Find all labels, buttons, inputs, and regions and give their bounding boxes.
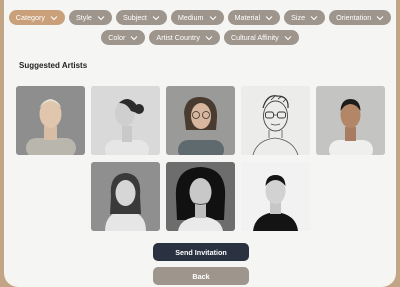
chevron-down-icon (284, 35, 292, 40)
filter-label: Style (75, 13, 92, 22)
filter-medium[interactable]: Medium (170, 10, 224, 25)
artist-card-5[interactable] (315, 86, 385, 155)
filter-category[interactable]: Category (8, 10, 65, 25)
filter-color[interactable]: Color (101, 30, 146, 45)
artist-card-4[interactable] (240, 86, 310, 155)
artist-portrait-image (90, 162, 160, 231)
filter-row-1: Category Style Subject Medium Material S… (8, 10, 392, 25)
artist-portrait-image (240, 162, 310, 231)
filter-label: Size (291, 13, 306, 22)
artist-portrait-image (315, 86, 385, 155)
filter-bar: Category Style Subject Medium Material S… (4, 10, 396, 45)
artist-portrait-image (90, 86, 160, 155)
filter-cultural-affinity[interactable]: Cultural Affinity (223, 30, 299, 45)
filter-label: Artist Country (156, 33, 200, 42)
filter-artist-country[interactable]: Artist Country (149, 30, 220, 45)
artist-row-1 (4, 86, 396, 155)
artist-card-2[interactable] (90, 86, 160, 155)
filter-size[interactable]: Size (284, 10, 326, 25)
filter-label: Color (108, 33, 126, 42)
filter-subject[interactable]: Subject (115, 10, 167, 25)
artist-portrait-image (165, 86, 235, 155)
chevron-down-icon (131, 35, 138, 40)
chevron-down-icon (209, 15, 216, 20)
section-title: Suggested Artists (19, 61, 88, 70)
chevron-down-icon (310, 15, 318, 20)
main-panel: Category Style Subject Medium Material S… (4, 0, 396, 287)
filter-label: Subject (122, 13, 147, 22)
artist-row-2 (4, 162, 396, 231)
filter-material[interactable]: Material (227, 10, 281, 25)
chevron-down-icon (97, 15, 105, 20)
artist-portrait-image (240, 86, 310, 155)
artist-card-8[interactable] (240, 162, 310, 231)
back-button[interactable]: Back (153, 267, 249, 285)
artist-portrait-image (15, 86, 85, 155)
send-invitation-button[interactable]: Send Invitation (153, 243, 249, 261)
artist-card-7[interactable] (165, 162, 235, 231)
artist-card-6[interactable] (90, 162, 160, 231)
chevron-down-icon (376, 15, 384, 20)
filter-style[interactable]: Style (68, 10, 112, 25)
filter-label: Material (234, 13, 261, 22)
chevron-down-icon (152, 15, 160, 20)
filter-label: Medium (177, 13, 204, 22)
filter-label: Cultural Affinity (230, 33, 279, 42)
chevron-down-icon (50, 15, 58, 20)
filter-label: Orientation (336, 13, 372, 22)
filter-orientation[interactable]: Orientation (329, 10, 392, 25)
artist-card-1[interactable] (15, 86, 85, 155)
chevron-down-icon (205, 35, 213, 40)
artist-portrait-image (165, 162, 235, 231)
chevron-down-icon (265, 15, 273, 20)
artist-card-3[interactable] (165, 86, 235, 155)
filter-row-2: Color Artist Country Cultural Affinity (10, 30, 390, 45)
filter-label: Category (15, 13, 45, 22)
